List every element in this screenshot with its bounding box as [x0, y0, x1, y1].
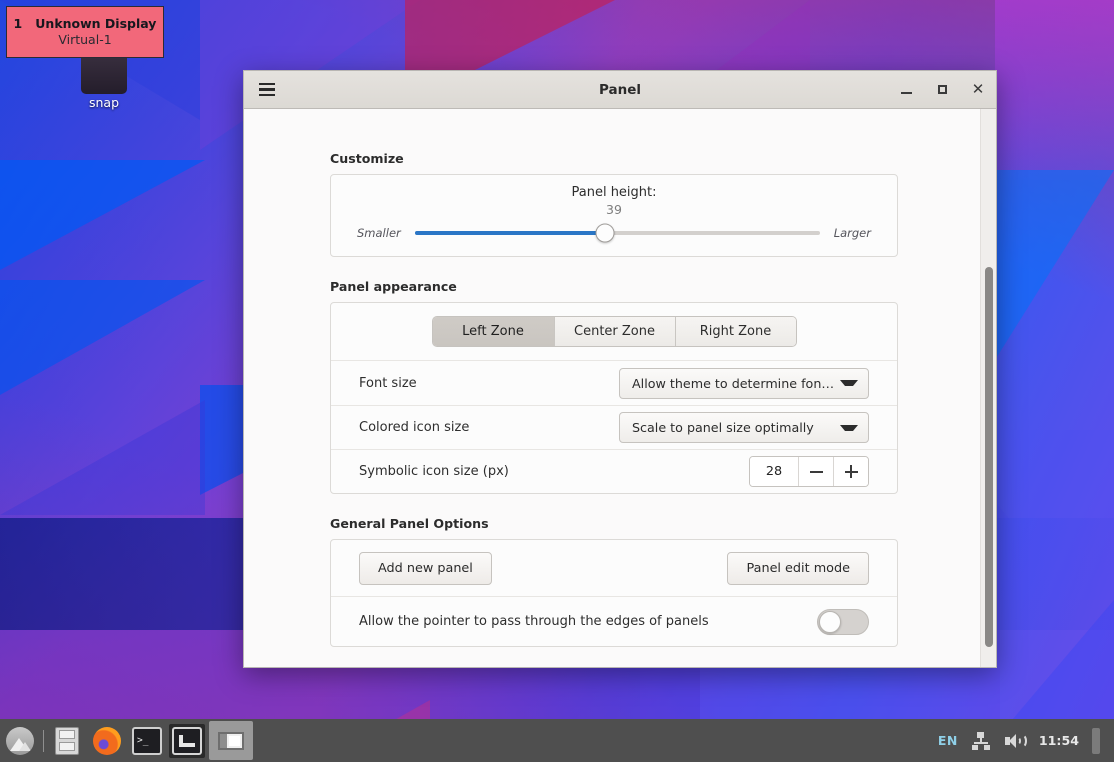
window-title: Panel — [598, 81, 642, 98]
general-panel-options-heading: General Panel Options — [330, 516, 489, 531]
customize-heading: Customize — [330, 151, 404, 166]
colored-icon-size-value: Scale to panel size optimally — [632, 420, 814, 435]
window-task-button[interactable] — [209, 721, 253, 760]
general-panel-options-card: Add new panel Panel edit mode Allow the … — [330, 539, 898, 647]
taskbar-launchers: >_ — [0, 719, 253, 762]
toggle-knob — [819, 610, 841, 633]
panel-height-slider-row: Smaller Larger — [331, 223, 897, 243]
symbolic-icon-size-stepper[interactable]: 28 — [749, 456, 869, 487]
clock[interactable]: 11:54 — [1039, 733, 1079, 748]
close-icon[interactable]: ✕ — [968, 80, 988, 100]
font-size-dropdown[interactable]: Allow theme to determine font size — [619, 367, 869, 399]
chevron-down-icon — [840, 424, 858, 431]
panel-appearance-section: Panel appearance Left Zone Center Zone R… — [330, 279, 898, 494]
wallpaper-facet — [0, 280, 205, 395]
applications-menu-icon[interactable] — [0, 719, 40, 762]
wallpaper-facet — [0, 160, 205, 270]
taskbar-grip[interactable] — [1092, 727, 1100, 754]
zone-tabs-row: Left Zone Center Zone Right Zone — [331, 303, 897, 361]
zone-tabs: Left Zone Center Zone Right Zone — [431, 316, 797, 347]
pointer-passthrough-toggle[interactable] — [817, 608, 869, 635]
keyboard-language-indicator[interactable]: EN — [938, 733, 958, 748]
slider-handle[interactable] — [595, 223, 615, 243]
desktop-icon-snap[interactable]: snap — [62, 52, 146, 110]
chevron-down-icon — [840, 380, 858, 386]
scrollbar-thumb[interactable] — [985, 267, 993, 647]
file-manager-icon[interactable] — [47, 719, 87, 762]
window-body: Customize Panel height: 39 Smaller Large… — [244, 109, 996, 667]
terminal-window-icon[interactable] — [167, 719, 207, 762]
slider-fill — [414, 231, 606, 235]
wallpaper-facet — [995, 430, 1114, 600]
settings-scroll-content: Customize Panel height: 39 Smaller Large… — [244, 109, 980, 667]
window-titlebar[interactable]: Panel ✕ — [244, 71, 996, 109]
row-font-size: Font size Allow theme to determine font … — [331, 361, 897, 405]
panel-appearance-card: Left Zone Center Zone Right Zone Font si… — [330, 302, 898, 494]
wallpaper-facet — [0, 400, 205, 515]
display-name: Unknown Display — [35, 16, 157, 32]
network-icon[interactable] — [971, 731, 991, 750]
minimize-icon[interactable] — [896, 80, 916, 100]
slider-max-label: Larger — [833, 226, 871, 240]
slider-min-label: Smaller — [357, 226, 401, 240]
pointer-passthrough-label: Allow the pointer to pass through the ed… — [359, 614, 709, 629]
display-number: 1 — [13, 16, 23, 32]
display-output: Virtual-1 — [58, 31, 112, 47]
hamburger-menu-icon[interactable] — [254, 77, 280, 103]
system-tray: EN 11:54 — [938, 727, 1114, 754]
panel-height-label: Panel height: — [571, 185, 657, 200]
tab-left-zone[interactable]: Left Zone — [432, 317, 554, 346]
maximize-icon[interactable] — [932, 80, 952, 100]
wallpaper-facet — [995, 0, 1114, 180]
row-symbolic-icon-size: Symbolic icon size (px) 28 — [331, 449, 897, 493]
minus-icon[interactable] — [798, 457, 833, 486]
plus-icon[interactable] — [833, 457, 868, 486]
display-badge-title: 1 Unknown Display — [13, 16, 157, 32]
general-panel-options-section: General Panel Options Add new panel Pane… — [330, 516, 898, 647]
tab-center-zone[interactable]: Center Zone — [553, 317, 675, 346]
display-identify-badge: 1 Unknown Display Virtual-1 — [6, 6, 164, 58]
panel-height-value: 39 — [606, 202, 622, 217]
taskbar[interactable]: >_ EN 11:54 — [0, 719, 1114, 762]
volume-icon[interactable] — [1004, 732, 1027, 750]
vertical-scrollbar[interactable] — [980, 109, 996, 667]
customize-section: Customize Panel height: 39 Smaller Large… — [330, 151, 898, 257]
font-size-value: Allow theme to determine font size — [632, 375, 836, 391]
row-colored-icon-size: Colored icon size Scale to panel size op… — [331, 405, 897, 449]
panel-edit-mode-button[interactable]: Panel edit mode — [727, 551, 869, 585]
colored-icon-size-label: Colored icon size — [359, 420, 470, 435]
panel-settings-window[interactable]: Panel ✕ Customize Panel height: 39 Small… — [243, 70, 997, 668]
desktop-icon-label: snap — [88, 95, 120, 110]
panel-appearance-heading: Panel appearance — [330, 279, 457, 294]
window-controls: ✕ — [896, 80, 988, 100]
panel-height-card: Panel height: 39 Smaller Larger — [330, 174, 898, 257]
desktop[interactable]: snap 1 Unknown Display Virtual-1 Panel ✕ — [0, 0, 1114, 762]
wallpaper-facet — [995, 170, 1114, 360]
colored-icon-size-dropdown[interactable]: Scale to panel size optimally — [619, 412, 869, 443]
row-panel-buttons: Add new panel Panel edit mode — [331, 540, 897, 596]
panel-height-slider[interactable] — [414, 223, 820, 243]
firefox-icon[interactable] — [87, 719, 127, 762]
symbolic-icon-size-value[interactable]: 28 — [750, 457, 798, 486]
folder-icon — [81, 52, 127, 94]
font-size-label: Font size — [359, 375, 417, 391]
taskbar-separator — [43, 729, 44, 752]
row-pointer-passthrough: Allow the pointer to pass through the ed… — [331, 596, 897, 646]
add-new-panel-button[interactable]: Add new panel — [359, 551, 492, 585]
symbolic-icon-size-label: Symbolic icon size (px) — [359, 464, 509, 479]
terminal-icon[interactable]: >_ — [127, 719, 167, 762]
tab-right-zone[interactable]: Right Zone — [674, 317, 796, 346]
